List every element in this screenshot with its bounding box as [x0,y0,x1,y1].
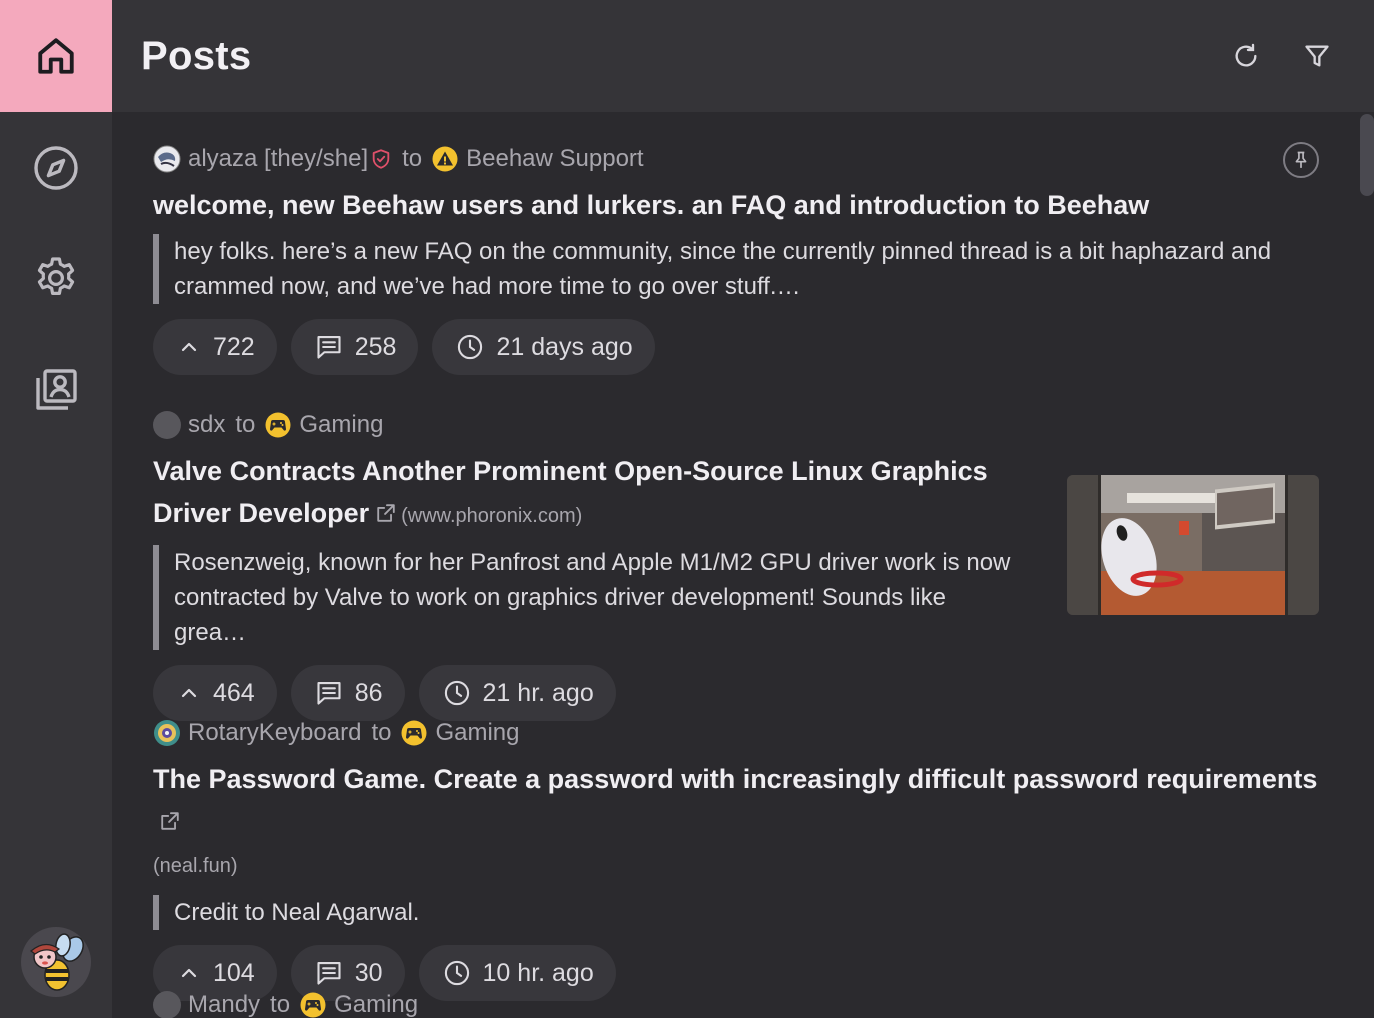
filter-icon [1305,45,1329,67]
to-label: to [371,719,392,746]
page-title: Posts [141,34,252,78]
profile-button[interactable] [0,334,112,446]
pin-icon [1295,151,1307,168]
score: 722 [213,332,255,361]
to-label: to [402,145,423,172]
comment-icon [317,336,341,359]
filter-button[interactable] [1297,36,1337,76]
bee-mascot-icon [30,933,84,991]
to-label: to [235,411,256,438]
upvote-button[interactable]: 722 [153,319,277,375]
post-excerpt: Rosenzweig, known for her Panfrost and A… [153,545,1023,650]
post-card[interactable]: Mandy to Gaming [153,988,1319,1018]
post-meta: sdx to Gaming [153,408,1319,442]
post-meta: alyaza [they/she] to Beehaw Support [153,142,1319,176]
post-domain[interactable]: (neal.fun) [153,855,238,877]
chevron-up-icon [181,968,197,978]
post-card[interactable]: RotaryKeyboard to Gaming The Password Ga… [153,716,1319,1001]
home-button[interactable] [0,0,112,112]
clock-icon [444,960,469,986]
score: 104 [213,958,255,987]
to-label: to [270,991,291,1018]
comments-button[interactable]: 86 [290,665,405,721]
post-stats: 464 86 21 hr. ago [153,665,1319,721]
post-title[interactable]: The Password Game. Create a password wit… [153,758,1319,887]
post-thumbnail[interactable] [1067,475,1319,615]
comment-count: 258 [354,332,397,361]
time-ago: 21 days ago [496,332,633,361]
comment-icon [317,682,341,705]
top-bar: Posts [112,0,1374,112]
community-name[interactable]: Gaming [435,719,519,747]
community-name[interactable]: Gaming [334,991,418,1018]
comment-count: 30 [354,958,383,987]
time-ago: 10 hr. ago [482,958,594,987]
chevron-up-icon [181,342,197,352]
author-name[interactable]: alyaza [they/she] [188,145,368,173]
upvote-button[interactable]: 464 [153,665,277,721]
author-name[interactable]: sdx [188,411,225,439]
post-meta: Mandy to Gaming [153,988,1319,1018]
author-name[interactable]: Mandy [188,991,260,1018]
profile-library-icon [36,369,77,410]
settings-button[interactable] [0,222,112,334]
author-avatar [153,991,181,1018]
post-domain[interactable]: (www.phoronix.com) [401,505,582,527]
warning-icon [432,146,458,172]
thumbnail-image [1067,475,1319,615]
clock-icon [444,680,469,706]
post-stats: 722 258 21 days ago [153,319,1319,375]
refresh-icon [1235,43,1257,67]
post-excerpt: Credit to Neal Agarwal. [153,895,1273,930]
external-link-icon [377,504,395,522]
post-title[interactable]: welcome, new Beehaw users and lurkers. a… [153,184,1319,226]
gamepad-icon [401,720,427,746]
score: 464 [213,678,255,707]
explore-button[interactable] [0,112,112,224]
scrollbar-thumb[interactable] [1360,114,1374,196]
author-avatar [153,145,181,173]
comment-count: 86 [354,678,383,707]
post-title[interactable]: Valve Contracts Another Prominent Open-S… [153,450,1033,537]
user-avatar[interactable] [21,927,91,997]
nav-rail [0,0,112,1018]
community-name[interactable]: Gaming [299,411,383,439]
refresh-button[interactable] [1226,36,1266,76]
home-icon [38,38,74,74]
external-link-icon [161,812,179,830]
community-name[interactable]: Beehaw Support [466,145,643,173]
time-ago: 21 hr. ago [482,678,594,707]
post-meta: RotaryKeyboard to Gaming [153,716,1319,750]
gamepad-icon [265,412,291,438]
post-card[interactable]: sdx to Gaming Valve Contracts Another Pr… [153,408,1319,721]
feed-scrollbar[interactable] [1360,112,1374,1018]
compass-icon [34,146,78,190]
comment-icon [317,962,341,985]
moderator-shield-icon [372,149,390,169]
author-avatar [153,411,181,439]
pinned-indicator [1283,142,1319,178]
post-time: 21 hr. ago [418,665,616,721]
author-avatar [154,720,180,746]
author-name[interactable]: RotaryKeyboard [188,719,361,747]
post-feed[interactable]: alyaza [they/she] to Beehaw Support welc… [112,112,1374,1018]
gear-icon [37,257,75,295]
comments-button[interactable]: 258 [290,319,419,375]
chevron-up-icon [181,688,197,698]
post-title-text[interactable]: The Password Game. Create a password wit… [153,764,1317,794]
post-time: 21 days ago [432,319,655,375]
clock-icon [458,334,483,360]
post-card[interactable]: alyaza [they/she] to Beehaw Support welc… [153,142,1319,375]
post-excerpt: hey folks. here’s a new FAQ on the commu… [153,234,1273,304]
gamepad-icon [300,992,326,1018]
